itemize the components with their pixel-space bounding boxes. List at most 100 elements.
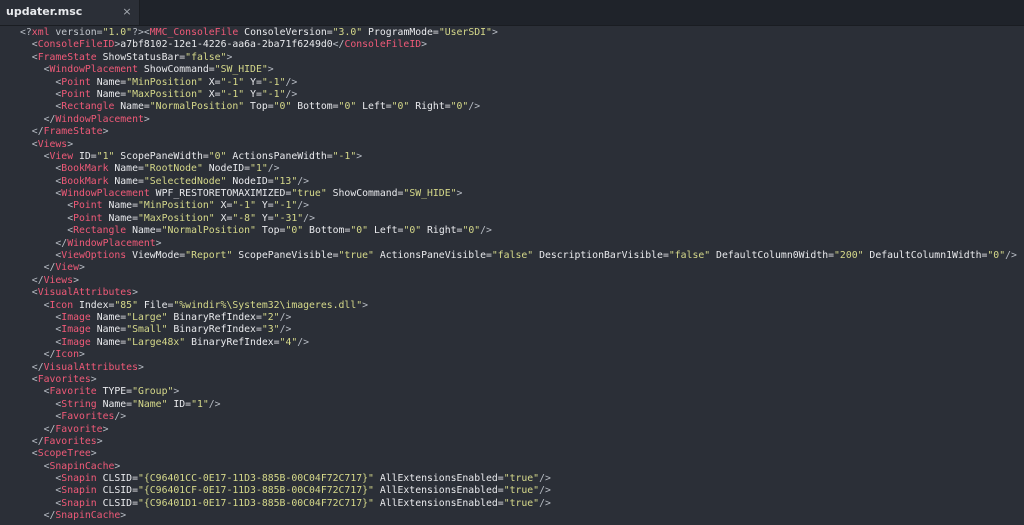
code-line: <Views>	[20, 139, 1017, 151]
code-token: "-1"	[232, 200, 256, 212]
code-token: Left=	[356, 101, 392, 113]
code-token: String	[61, 398, 97, 410]
code-token: Index=	[73, 299, 115, 311]
code-line: <Image Name="Large" BinaryRefIndex="2"/>	[20, 312, 1017, 324]
code-line: </SnapinCache>	[20, 510, 1017, 522]
code-token: </	[43, 510, 56, 522]
code-line: <VisualAttributes>	[20, 287, 1017, 299]
code-token: />	[297, 200, 310, 212]
code-token: >	[120, 510, 127, 522]
code-token: </	[43, 349, 56, 361]
code-token: "-1"	[220, 76, 245, 88]
code-token: "true"	[503, 485, 540, 497]
tab-updater-msc[interactable]: updater.msc ×	[0, 0, 140, 25]
code-token: X=	[214, 200, 233, 212]
code-token: ScopeTree	[37, 448, 91, 460]
code-line: <Snapin CLSID="{C96401CF-0E17-11D3-885B-…	[20, 485, 1017, 497]
code-token: a7bf8102-12e1-4226-aa6a-2ba71f6249d0	[120, 39, 333, 51]
code-token: SnapinCache	[49, 460, 115, 472]
code-token: "SelectedNode"	[143, 175, 227, 187]
code-token: "200"	[834, 250, 864, 262]
code-token: >	[102, 126, 109, 138]
code-token: "{C96401D1-0E17-11D3-885B-00C04F72C717}"	[137, 497, 374, 509]
code-token: >	[78, 262, 85, 274]
code-line: <Image Name="Small" BinaryRefIndex="3"/>	[20, 324, 1017, 336]
code-token: >	[137, 361, 144, 373]
code-line: <Snapin CLSID="{C96401D1-0E17-11D3-885B-…	[20, 498, 1017, 510]
code-token: WPF_RESTORETOMAXIMIZED=	[149, 188, 292, 200]
code-token: AllExtensionsEnabled=	[373, 485, 504, 497]
code-token: ScopePaneWidth=	[114, 150, 209, 162]
code-token: "Large"	[126, 311, 168, 323]
code-token: ?><	[132, 27, 150, 38]
code-token: WindowPlacement	[55, 113, 144, 125]
code-token: "-8"	[232, 212, 256, 224]
code-token: "RootNode"	[143, 163, 203, 175]
code-token: "MinPosition"	[137, 200, 215, 212]
code-line: </WindowPlacement>	[20, 114, 1017, 126]
code-token: "2"	[261, 311, 280, 323]
code-editor[interactable]: <?xml version="1.0"?><MMC_ConsoleFile Co…	[0, 26, 1024, 525]
code-token: Icon	[49, 299, 74, 311]
close-icon[interactable]: ×	[120, 3, 134, 21]
code-token: Name=	[90, 311, 127, 323]
code-token: />	[285, 88, 298, 100]
code-token: "0"	[391, 101, 410, 113]
code-token: ScopePaneVisible=	[232, 250, 339, 262]
code-token: >	[73, 274, 79, 286]
code-token: ViewMode=	[126, 250, 186, 262]
code-line: </Icon>	[20, 349, 1017, 361]
code-line: <SnapinCache>	[20, 461, 1017, 473]
code-token: >	[155, 237, 162, 249]
code-token: View	[49, 150, 74, 162]
code-token: "85"	[114, 299, 138, 311]
code-line: <Point Name="MinPosition" X="-1" Y="-1"/…	[20, 77, 1017, 89]
code-line: <Icon Index="85" File="%windir%\System32…	[20, 300, 1017, 312]
code-token: BinaryRefIndex=	[185, 336, 280, 348]
code-line: <ConsoleFileID>a7bf8102-12e1-4226-aa6a-2…	[20, 39, 1017, 51]
code-token: BinaryRefIndex=	[167, 311, 262, 323]
code-token: WindowPlacement	[67, 237, 156, 249]
code-token: ViewOptions	[61, 250, 127, 262]
code-line: <FrameState ShowStatusBar="false">	[20, 52, 1017, 64]
code-token: Name=	[114, 101, 150, 113]
code-token: >	[362, 299, 369, 311]
code-line: <Image Name="Large48x" BinaryRefIndex="4…	[20, 337, 1017, 349]
code-token: >	[226, 51, 233, 63]
code-token: NodeID=	[226, 175, 274, 187]
code-token: "4"	[279, 336, 298, 348]
code-token: "Large48x"	[126, 336, 186, 348]
code-token: TYPE=	[96, 386, 133, 398]
code-line: <ViewOptions ViewMode="Report" ScopePane…	[20, 250, 1017, 262]
code-token: Right=	[421, 225, 463, 237]
code-token: ShowCommand=	[137, 64, 215, 76]
code-token: >	[67, 138, 74, 150]
code-token: ActionsPaneVisible=	[373, 250, 492, 262]
code-token: X=	[202, 88, 221, 100]
code-token: MMC_ConsoleFile	[149, 27, 239, 38]
tab-bar: updater.msc ×	[0, 0, 1024, 26]
code-token: Top=	[244, 101, 274, 113]
code-token: CLSID=	[96, 473, 138, 485]
code-token: >	[456, 188, 463, 200]
code-token: >	[102, 423, 109, 435]
code-token: />	[539, 473, 551, 485]
code-token: ConsoleVersion=	[238, 27, 333, 38]
code-token: </	[31, 126, 44, 138]
code-token: Name=	[102, 212, 138, 224]
code-line: <Point Name="MaxPosition" X="-1" Y="-1"/…	[20, 89, 1017, 101]
code-token: NodeID=	[202, 163, 251, 175]
code-line: <Favorite TYPE="Group">	[20, 386, 1017, 398]
